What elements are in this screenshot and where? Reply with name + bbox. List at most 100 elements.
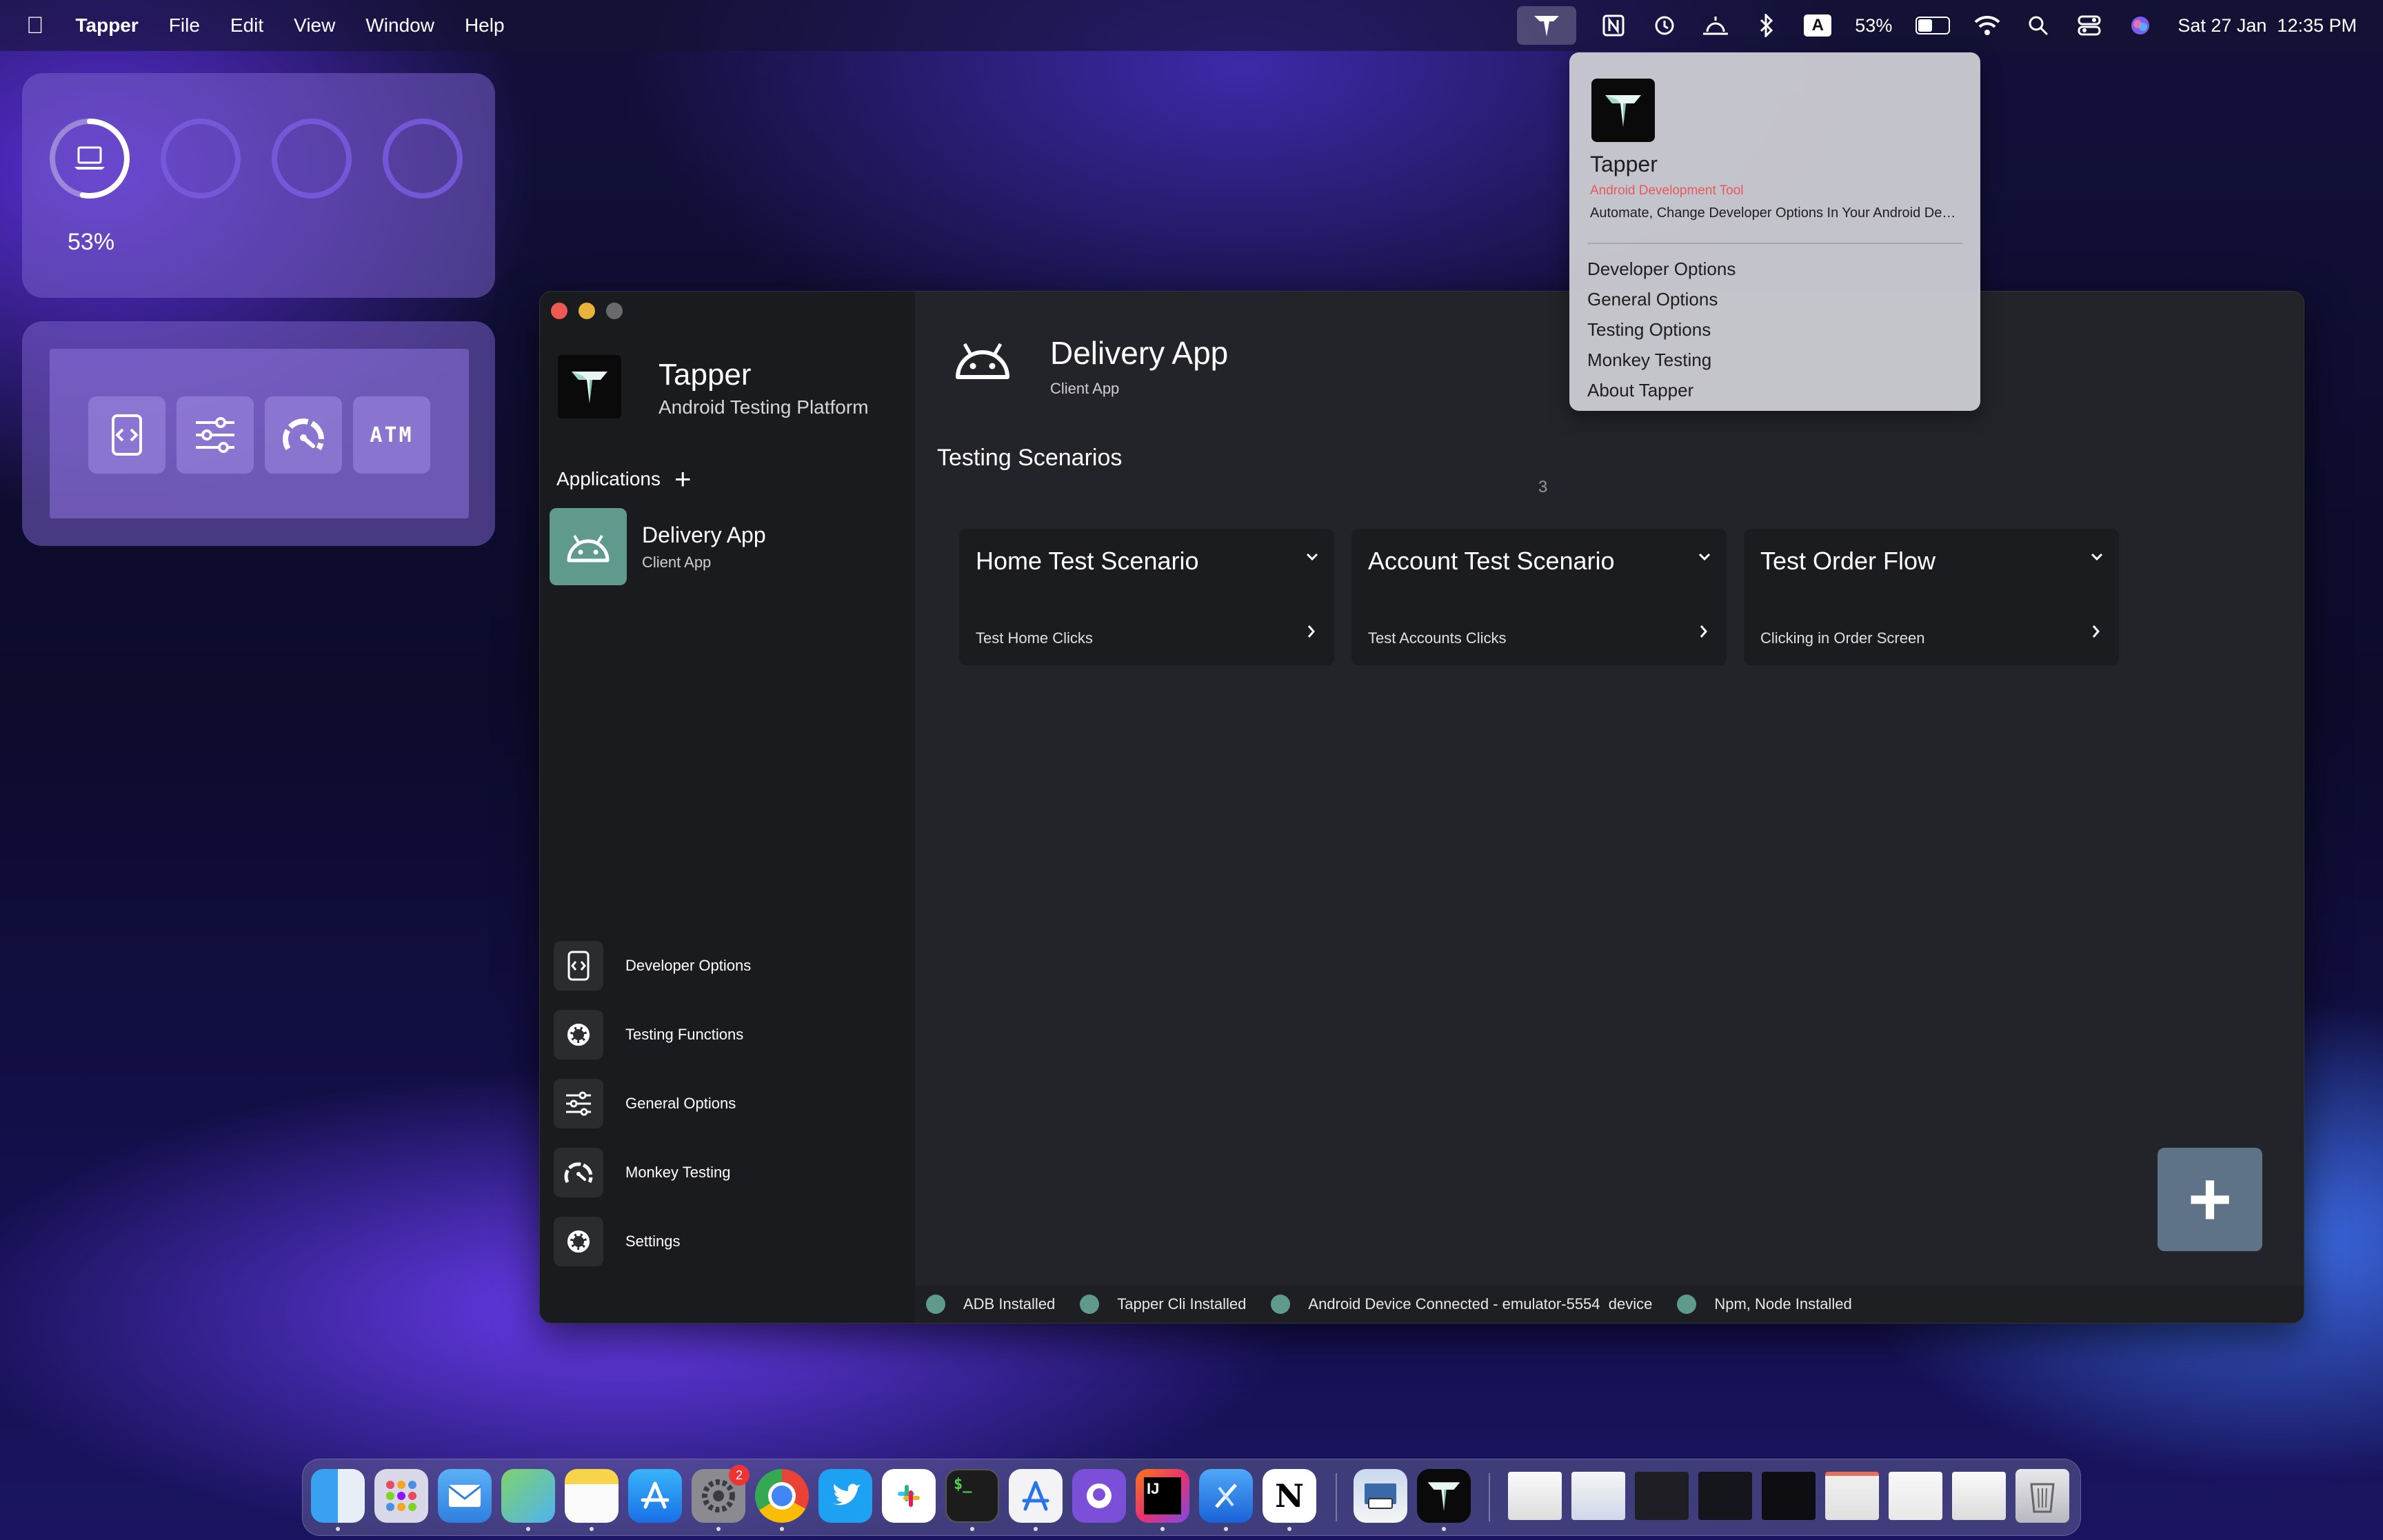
bluetooth-icon[interactable] <box>1753 12 1780 39</box>
running-indicator <box>1224 1527 1228 1531</box>
chevron-right-icon[interactable] <box>1699 624 1709 639</box>
minimized-window-thumbnail[interactable] <box>1508 1472 1562 1520</box>
menu-app-name[interactable]: Tapper <box>76 14 139 37</box>
xcode-icon[interactable] <box>1199 1469 1253 1523</box>
status-adb: ADB Installed <box>926 1295 1055 1314</box>
menu-item-monkey-testing[interactable]: Monkey Testing <box>1587 345 1736 375</box>
minimized-window-thumbnail[interactable] <box>1762 1472 1816 1520</box>
sun-icon[interactable] <box>1702 12 1729 39</box>
chevron-down-icon[interactable] <box>1698 552 1711 562</box>
chevron-down-icon[interactable] <box>1305 552 1319 562</box>
intellij-icon[interactable]: IJ <box>1136 1469 1189 1523</box>
sidebar-item-monkey-testing[interactable]: Monkey Testing <box>554 1138 751 1207</box>
menu-view[interactable]: View <box>294 14 335 37</box>
battery-percent[interactable]: 53% <box>1855 15 1892 37</box>
device-ring-empty <box>161 119 241 199</box>
twitter-icon[interactable] <box>818 1469 872 1523</box>
sidebar-app-name: Tapper <box>658 358 752 392</box>
widget-atm-button[interactable]: ATM <box>353 396 430 474</box>
chevron-down-icon[interactable] <box>2090 552 2104 562</box>
mail-icon[interactable] <box>438 1469 492 1523</box>
trash-icon[interactable] <box>2015 1469 2069 1523</box>
slack-icon[interactable] <box>882 1469 936 1523</box>
applications-label: Applications <box>556 468 661 489</box>
tapper-icon[interactable] <box>1417 1469 1471 1523</box>
zoom-window-button[interactable] <box>606 303 623 319</box>
close-window-button[interactable] <box>551 303 567 319</box>
widget-developer-options-button[interactable] <box>88 396 165 474</box>
sidebar-app-subtitle: Android Testing Platform <box>658 396 869 418</box>
applications-header: Applications + <box>556 465 692 494</box>
preview-icon[interactable] <box>1354 1469 1407 1523</box>
tapper-menubar-icon[interactable] <box>1517 6 1577 45</box>
keyboard-input-icon[interactable]: A <box>1804 14 1832 37</box>
notion-icon[interactable] <box>1600 12 1627 39</box>
sidebar-item-general-options[interactable]: General Options <box>554 1069 751 1138</box>
search-icon[interactable] <box>2024 12 2052 39</box>
chevron-right-icon[interactable] <box>2091 624 2101 639</box>
minimize-window-button[interactable] <box>579 303 595 319</box>
gauge-icon <box>554 1148 603 1197</box>
minimized-window-thumbnail[interactable] <box>1698 1472 1752 1520</box>
menu-item-about-tapper[interactable]: About Tapper <box>1587 375 1736 405</box>
dock: 2 $_ IJ N <box>302 1459 2081 1536</box>
battery-ring <box>50 119 130 199</box>
instruments-icon[interactable] <box>1009 1469 1063 1523</box>
status-dot <box>1677 1295 1697 1314</box>
menu-edit[interactable]: Edit <box>230 14 263 37</box>
github-desktop-icon[interactable] <box>1072 1469 1126 1523</box>
scenario-card[interactable]: Test Order Flow Clicking in Order Screen <box>1744 529 2119 665</box>
control-center-icon[interactable] <box>2075 12 2103 39</box>
launchpad-icon[interactable] <box>374 1469 428 1523</box>
sidebar-item-developer-options[interactable]: Developer Options <box>554 931 751 1000</box>
minimized-window-thumbnail[interactable] <box>1571 1472 1625 1520</box>
menu-help[interactable]: Help <box>465 14 505 37</box>
scenario-card[interactable]: Account Test Scenario Test Accounts Clic… <box>1351 529 1727 665</box>
status-text: ADB Installed <box>963 1295 1056 1313</box>
add-scenario-button[interactable]: + <box>2158 1148 2262 1251</box>
menu-item-developer-options[interactable]: Developer Options <box>1587 254 1736 284</box>
chrome-icon[interactable] <box>755 1469 809 1523</box>
menu-window[interactable]: Window <box>365 14 434 37</box>
menu-item-testing-options[interactable]: Testing Options <box>1587 314 1736 345</box>
minimized-window-thumbnail[interactable] <box>1825 1472 1879 1520</box>
app-store-icon[interactable] <box>628 1469 682 1523</box>
siri-icon[interactable] <box>2126 12 2154 39</box>
add-application-button[interactable]: + <box>674 465 692 494</box>
intellij-label: IJ <box>1147 1480 1160 1497</box>
battery-icon[interactable] <box>1916 17 1951 34</box>
notes-icon[interactable] <box>565 1469 619 1523</box>
minimized-window-thumbnail[interactable] <box>1952 1472 2006 1520</box>
menu-file[interactable]: File <box>169 14 200 37</box>
tapper-window: Tapper Android Testing Platform Applicat… <box>539 291 2304 1324</box>
status-dot <box>1271 1295 1291 1314</box>
terminal-icon[interactable]: $_ <box>945 1469 999 1523</box>
minimized-window-thumbnail[interactable] <box>1889 1472 1942 1520</box>
dropdown-app-name: Tapper <box>1590 152 1658 176</box>
sidebar-item-label: Testing Functions <box>625 1026 744 1043</box>
notion-icon[interactable]: N <box>1263 1469 1316 1523</box>
minimized-window-thumbnail[interactable] <box>1635 1472 1689 1520</box>
maps-icon[interactable] <box>501 1469 555 1523</box>
widget-monkey-testing-button[interactable] <box>265 396 342 474</box>
scenario-card[interactable]: Home Test Scenario Test Home Clicks <box>959 529 1334 665</box>
finder-icon[interactable] <box>311 1469 365 1523</box>
sidebar-item-delivery-app[interactable]: Delivery App Client App <box>550 508 894 585</box>
tapper-menubar-dropdown: Tapper Android Development Tool Automate… <box>1569 52 1980 411</box>
sidebar-item-settings[interactable]: Settings <box>554 1207 751 1276</box>
apple-menu-icon[interactable]:  <box>26 12 44 39</box>
tapper-logo <box>558 355 621 418</box>
widget-general-options-button[interactable] <box>177 396 254 474</box>
wifi-icon[interactable] <box>1973 12 2001 39</box>
time-machine-icon[interactable] <box>1651 12 1678 39</box>
sidebar-item-testing-functions[interactable]: Testing Functions <box>554 1000 751 1069</box>
running-indicator <box>336 1527 340 1531</box>
system-settings-icon[interactable]: 2 <box>692 1465 750 1523</box>
battery-widget[interactable]: 53% <box>22 73 495 298</box>
dock-separator <box>1489 1473 1490 1521</box>
page-title: Delivery App <box>1050 335 1229 371</box>
chevron-right-icon[interactable] <box>1307 624 1316 639</box>
developer-options-icon <box>554 941 603 991</box>
menubar-datetime[interactable]: Sat 27 Jan 12:35 PM <box>2178 15 2357 37</box>
menu-item-general-options[interactable]: General Options <box>1587 284 1736 314</box>
